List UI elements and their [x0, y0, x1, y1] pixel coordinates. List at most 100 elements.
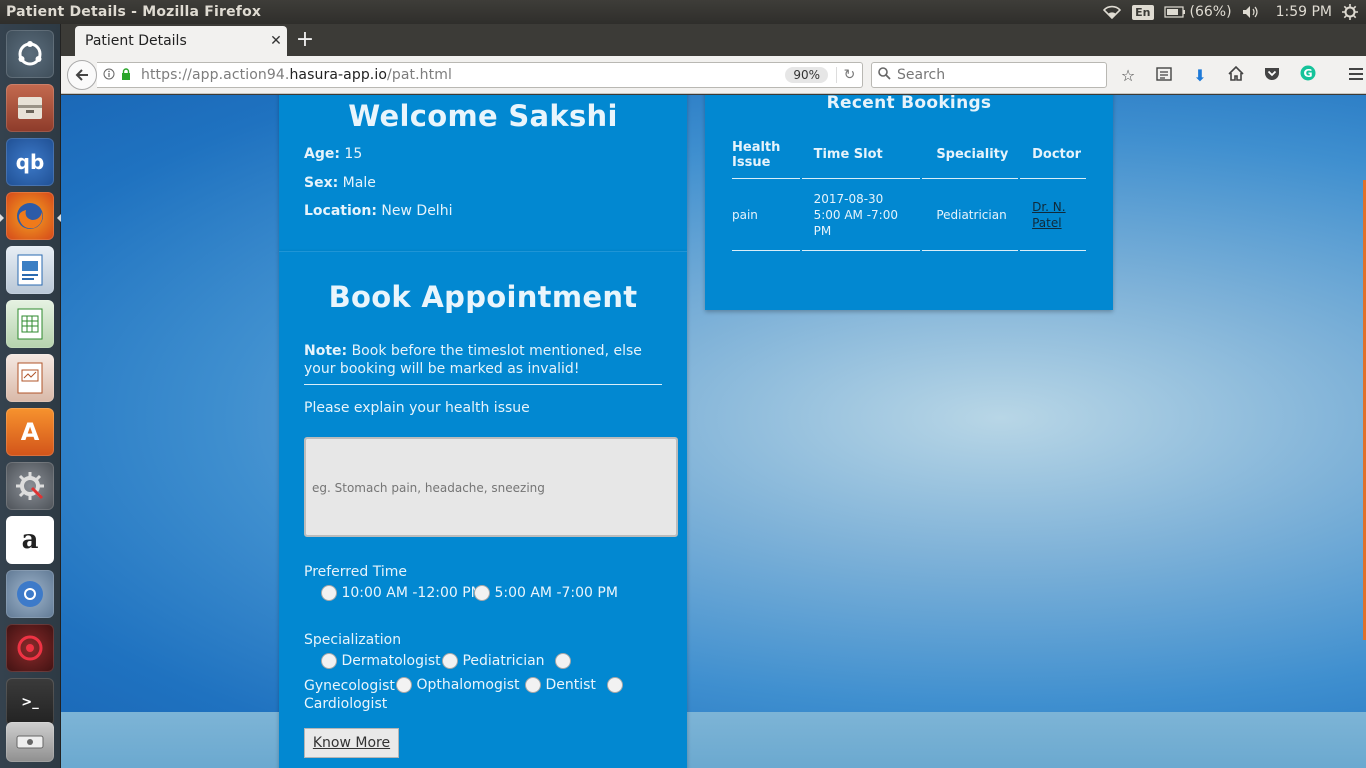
terminal-icon[interactable]: >_: [6, 678, 54, 726]
note-text: Book before the timeslot mentioned, else…: [304, 343, 642, 377]
sex-line: Sex: Male: [304, 175, 376, 191]
search-icon: [878, 66, 891, 84]
volume-icon[interactable]: [1242, 5, 1260, 19]
page-footer-band: [61, 712, 1366, 768]
menu-hamburger-icon[interactable]: [1345, 66, 1366, 85]
qbittorrent-icon[interactable]: qb: [6, 138, 54, 186]
location-label: Location:: [304, 203, 377, 219]
cell-doctor: Dr. N. Patel: [1020, 179, 1086, 251]
spec-label-pediatrician: Pediatrician: [462, 653, 545, 669]
spec-radio-cardiologist[interactable]: [607, 677, 623, 693]
url-bar[interactable]: https://app.action94.hasura-app.io/pat.h…: [97, 62, 863, 88]
running-app-indicator: [0, 214, 4, 222]
spec-label-gynecologist: Gynecologist: [304, 678, 395, 694]
launcher: qb A a >_: [0, 24, 61, 768]
health-issue-input[interactable]: [304, 437, 678, 537]
settings-gear-icon[interactable]: [1342, 4, 1358, 20]
new-tab-icon[interactable]: +: [293, 28, 317, 52]
libreoffice-calc-icon[interactable]: [6, 300, 54, 348]
sex-value: Male: [342, 175, 376, 191]
page-info-icon[interactable]: [103, 68, 121, 83]
spec-dentist[interactable]: Dentist: [525, 677, 596, 693]
drives-icon[interactable]: [6, 722, 54, 762]
lock-icon: [121, 67, 135, 83]
booking-note: Note: Book before the timeslot mentioned…: [304, 342, 654, 378]
cardiologist-radio[interactable]: [607, 677, 623, 693]
doctor-link[interactable]: Dr. N. Patel: [1032, 200, 1066, 230]
recent-bookings-card: Recent Bookings Health Issue Time Slot S…: [705, 95, 1113, 310]
bookings-table: Health Issue Time Slot Speciality Doctor…: [730, 131, 1088, 251]
time-option-1[interactable]: 10:00 AM -12:00 PM: [321, 585, 483, 601]
toolbar-icons: ☆ ⬇ G: [1117, 62, 1366, 88]
app-icon[interactable]: [6, 624, 54, 672]
health-issue-label: Please explain your health issue: [304, 400, 530, 416]
cell-speciality: Pediatrician: [922, 179, 1019, 251]
spec-radio-pediatrician[interactable]: [442, 653, 458, 669]
header-health-issue: Health Issue: [732, 131, 800, 179]
clock[interactable]: 1:59 PM: [1276, 4, 1332, 20]
spec-radio-opthalomogist[interactable]: [396, 677, 412, 693]
grammarly-icon[interactable]: G: [1297, 65, 1319, 85]
tab-strip: Patient Details ✕ +: [61, 24, 1366, 56]
cell-time-slot: 2017-08-30 5:00 AM -7:00 PM: [801, 179, 921, 251]
header-speciality: Speciality: [922, 131, 1019, 179]
specialization-label: Specialization: [304, 632, 402, 648]
page-viewport: Welcome Sakshi Age: 15 Sex: Male Locatio…: [61, 95, 1366, 768]
time-radio-2[interactable]: [474, 585, 490, 601]
home-icon[interactable]: [1225, 65, 1247, 85]
zoom-level[interactable]: 90%: [785, 67, 828, 83]
spec-radio-gynecologist[interactable]: [555, 653, 571, 669]
know-more-button[interactable]: Know More: [304, 728, 399, 758]
spec-label-opthalomogist: Opthalomogist: [416, 677, 520, 693]
time-option-1-label: 10:00 AM -12:00 PM: [341, 585, 483, 601]
note-label: Note:: [304, 343, 348, 359]
back-arrow-icon[interactable]: [67, 60, 97, 90]
spec-label-dentist: Dentist: [545, 677, 596, 693]
time-option-2-label: 5:00 AM -7:00 PM: [494, 585, 618, 601]
wifi-icon[interactable]: [1102, 5, 1122, 19]
age-label: Age:: [304, 146, 340, 162]
libreoffice-writer-icon[interactable]: [6, 246, 54, 294]
firefox-icon[interactable]: [6, 192, 54, 240]
nav-bar: https://app.action94.hasura-app.io/pat.h…: [61, 56, 1366, 94]
welcome-card: Welcome Sakshi Age: 15 Sex: Male Locatio…: [279, 95, 687, 251]
svg-text:G: G: [1303, 67, 1312, 80]
spec-radio-dentist[interactable]: [525, 677, 541, 693]
age-line: Age: 15: [304, 146, 362, 162]
search-bar[interactable]: Search: [871, 62, 1107, 88]
spec-pediatrician[interactable]: Pediatrician: [442, 653, 545, 669]
spec-label-cardiologist: Cardiologist: [304, 696, 388, 712]
preferred-time-label: Preferred Time: [304, 564, 407, 580]
bookmark-star-icon[interactable]: ☆: [1117, 66, 1139, 85]
close-tab-icon[interactable]: ✕: [265, 33, 287, 49]
spec-opthalomogist[interactable]: Opthalomogist: [396, 677, 520, 693]
table-row: pain 2017-08-30 5:00 AM -7:00 PM Pediatr…: [732, 179, 1086, 251]
pocket-icon[interactable]: [1261, 66, 1283, 85]
top-panel: Patient Details - Mozilla Firefox En (66…: [0, 0, 1366, 24]
book-appointment-title: Book Appointment: [328, 280, 638, 314]
keyboard-layout-indicator[interactable]: En: [1132, 4, 1154, 20]
cell-health-issue: pain: [732, 179, 800, 251]
spec-radio-dermatologist[interactable]: [321, 653, 337, 669]
reload-icon[interactable]: ↻: [836, 67, 862, 83]
header-time-slot: Time Slot: [801, 131, 921, 179]
url-text[interactable]: https://app.action94.hasura-app.io/pat.h…: [141, 67, 785, 83]
tab-patient-details[interactable]: Patient Details ✕: [75, 26, 287, 56]
libreoffice-impress-icon[interactable]: [6, 354, 54, 402]
battery-icon: [1163, 6, 1185, 18]
amazon-icon[interactable]: a: [6, 516, 54, 564]
battery-indicator[interactable]: (66%): [1163, 4, 1232, 20]
time-radio-1[interactable]: [321, 585, 337, 601]
download-icon[interactable]: ⬇: [1189, 66, 1211, 85]
system-settings-icon[interactable]: [6, 462, 54, 510]
chromium-icon[interactable]: [6, 570, 54, 618]
spec-dermatologist[interactable]: Dermatologist: [321, 653, 441, 669]
gynecologist-radio[interactable]: [555, 653, 571, 669]
ubuntu-dash-icon[interactable]: [6, 30, 54, 78]
software-center-icon[interactable]: A: [6, 408, 54, 456]
files-icon[interactable]: [6, 84, 54, 132]
book-appointment-card: Book Appointment Note: Book before the t…: [279, 251, 687, 768]
reading-list-icon[interactable]: [1153, 66, 1175, 85]
time-option-2[interactable]: 5:00 AM -7:00 PM: [474, 585, 618, 601]
location-line: Location: New Delhi: [304, 203, 452, 219]
